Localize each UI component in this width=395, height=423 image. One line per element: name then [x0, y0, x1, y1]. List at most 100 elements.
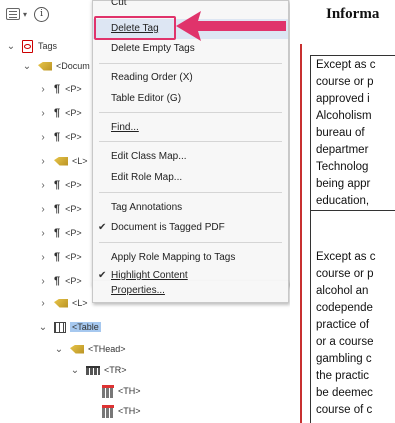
tree-row-p[interactable]: › ¶ <P>: [38, 248, 82, 266]
arrow-annotation-icon: [176, 11, 286, 41]
tree-row-l[interactable]: › <L>: [38, 152, 88, 170]
document-line: course of c: [316, 404, 373, 416]
tree-row-thead[interactable]: ⌄ <THead>: [54, 340, 126, 358]
tree-row-label: <P>: [65, 252, 82, 262]
document-line: Except as c: [316, 59, 376, 71]
chevron-right-icon[interactable]: ›: [38, 252, 48, 263]
chevron-right-icon[interactable]: ›: [38, 204, 48, 215]
document-line: Technolog: [316, 161, 369, 173]
tree-row-p[interactable]: › ¶ <P>: [38, 200, 82, 218]
tree-row-label: <P>: [65, 204, 82, 214]
tree-row-label: <TH>: [118, 386, 141, 396]
tree-row-label: <P>: [65, 180, 82, 190]
chevron-down-icon[interactable]: ⌄: [54, 344, 64, 355]
tree-row-p[interactable]: › ¶ <P>: [38, 272, 82, 290]
menu-item-label: Highlight Content: [111, 270, 188, 281]
menu-item-tag-annotations[interactable]: Tag Annotations: [93, 198, 288, 218]
menu-item-label: Edit Class Map...: [111, 151, 187, 162]
tree-row-p[interactable]: › ¶ <P>: [38, 176, 82, 194]
tree-row-tr[interactable]: ⌄ <TR>: [70, 361, 127, 379]
document-line: the practic: [316, 370, 370, 382]
menu-item-reading-order[interactable]: Reading Order (X): [93, 68, 288, 88]
table-cell-icon: [102, 384, 114, 398]
chevron-right-icon[interactable]: ›: [38, 276, 48, 287]
chevron-down-icon[interactable]: ⌄: [70, 365, 80, 376]
tree-row-l[interactable]: › <L>: [38, 294, 88, 312]
document-line: approved i: [316, 93, 370, 105]
paragraph-icon: ¶: [54, 275, 61, 287]
menu-separator: [99, 192, 282, 193]
tree-row-label: <L>: [72, 298, 88, 308]
document-line: Alcoholism: [316, 110, 372, 122]
tag-options-icon[interactable]: [6, 8, 20, 20]
menu-item-label: Reading Order (X): [111, 72, 193, 83]
tree-row-label: <P>: [65, 228, 82, 238]
tree-row-label: <P>: [65, 84, 82, 94]
tree-row-label: <P>: [65, 108, 82, 118]
document-line: Except as c: [316, 251, 376, 263]
menu-item-label: Find...: [111, 122, 139, 133]
menu-item-apply-role-mapping[interactable]: Apply Role Mapping to Tags: [93, 248, 288, 268]
chevron-right-icon[interactable]: ›: [38, 156, 48, 167]
chevron-right-icon[interactable]: ›: [38, 228, 48, 239]
document-line: departmer: [316, 144, 369, 156]
pdf-icon: [22, 39, 33, 53]
tag-icon: [70, 344, 84, 354]
table-divider: [310, 210, 395, 211]
tree-row-p[interactable]: › ¶ <P>: [38, 128, 82, 146]
chevron-right-icon[interactable]: ›: [38, 180, 48, 191]
tree-row-table[interactable]: ⌄ <Table: [38, 318, 101, 336]
document-line: be deemec: [316, 387, 373, 399]
checkmark-icon: ✔: [98, 222, 107, 233]
menu-item-document-is-tagged-pdf[interactable]: ✔ Document is Tagged PDF: [93, 218, 288, 238]
menu-item-find[interactable]: Find...: [93, 118, 288, 138]
tree-row-label: <P>: [65, 132, 82, 142]
document-line: alcohol an: [316, 285, 369, 297]
document-line: being appr: [316, 178, 371, 190]
table-icon: [54, 321, 66, 333]
paragraph-icon: ¶: [54, 227, 61, 239]
menu-separator: [99, 112, 282, 113]
menu-item-label: Table Editor (G): [111, 93, 182, 104]
chevron-down-icon[interactable]: ▾: [23, 10, 27, 19]
menu-separator: [99, 242, 282, 243]
table-row-icon: [86, 365, 100, 375]
paragraph-icon: ¶: [54, 203, 61, 215]
tree-row-label: <Table: [70, 322, 101, 332]
chevron-down-icon[interactable]: ⌄: [6, 41, 16, 52]
tag-icon: [54, 298, 68, 308]
menu-item-edit-role-map[interactable]: Edit Role Map...: [93, 168, 288, 188]
document-line: codepende: [316, 302, 373, 314]
tree-row-p[interactable]: › ¶ <P>: [38, 80, 82, 98]
chevron-right-icon[interactable]: ›: [38, 108, 48, 119]
chevron-right-icon[interactable]: ›: [38, 84, 48, 95]
chevron-down-icon[interactable]: ⌄: [38, 322, 48, 333]
menu-item-label: Cut: [111, 0, 127, 8]
document-line: education,: [316, 195, 370, 207]
document-line: practice of: [316, 319, 370, 331]
menu-item-label: Edit Role Map...: [111, 172, 183, 183]
chevron-right-icon[interactable]: ›: [38, 298, 48, 309]
chevron-right-icon[interactable]: ›: [38, 132, 48, 143]
tree-row-label: <Docum: [56, 61, 90, 71]
menu-item-properties[interactable]: Properties...: [92, 281, 289, 303]
chevron-down-icon[interactable]: ⌄: [22, 61, 32, 72]
tree-row-th[interactable]: <TH>: [86, 382, 141, 400]
tree-row-document[interactable]: ⌄ <Docum: [22, 57, 90, 75]
tree-row-tags-root[interactable]: ⌄ Tags: [6, 37, 57, 55]
tags-toolbar: ▾ i: [6, 0, 50, 28]
menu-item-table-editor[interactable]: Table Editor (G): [93, 89, 288, 109]
tree-row-p[interactable]: › ¶ <P>: [38, 104, 82, 122]
tree-row-p[interactable]: › ¶ <P>: [38, 224, 82, 242]
menu-item-label: Document is Tagged PDF: [111, 222, 225, 233]
tree-row-th[interactable]: <TH>: [86, 402, 141, 420]
tree-row-label: <L>: [72, 156, 88, 166]
tree-row-label: <P>: [65, 276, 82, 286]
paragraph-icon: ¶: [54, 83, 61, 95]
menu-item-edit-class-map[interactable]: Edit Class Map...: [93, 147, 288, 167]
document-line: bureau of: [316, 127, 365, 139]
paragraph-icon: ¶: [54, 251, 61, 263]
document-heading: Informa: [326, 6, 380, 22]
info-icon[interactable]: i: [34, 6, 50, 22]
table-cell-icon: [102, 404, 114, 418]
